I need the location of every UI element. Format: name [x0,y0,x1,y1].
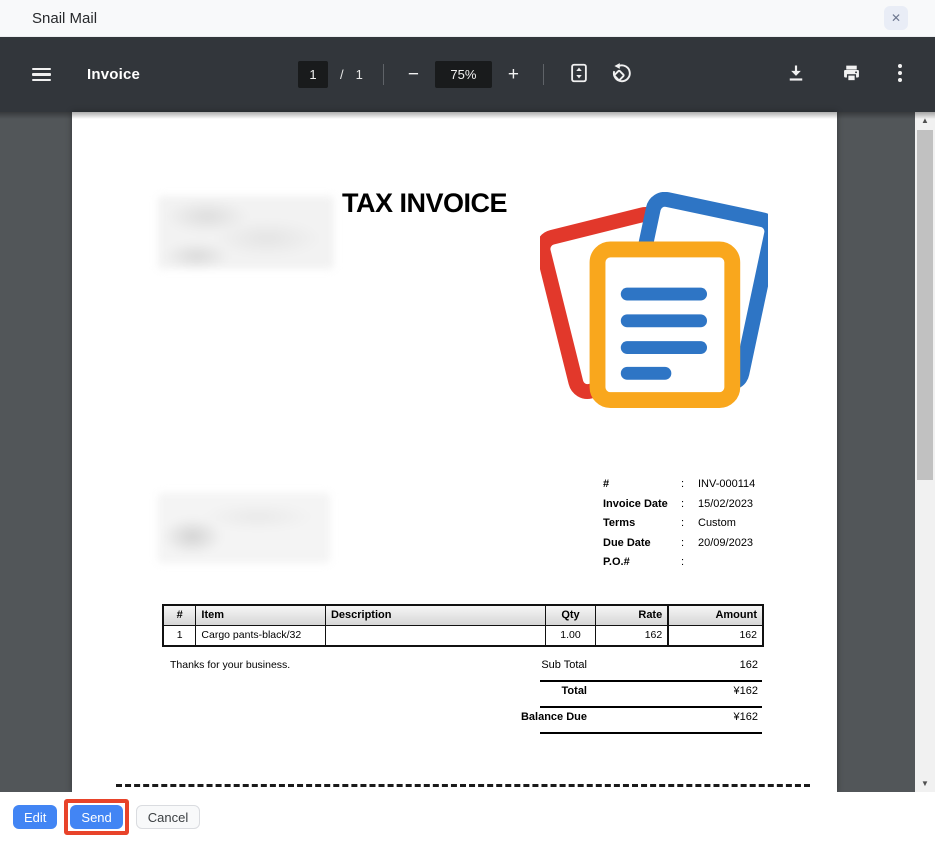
download-button[interactable] [782,59,810,90]
thanks-note: Thanks for your business. [170,659,290,671]
toolbar-divider [543,64,544,85]
balance-due-row: Balance Due ¥162 [462,708,762,732]
table-header-row: # Item Description Qty Rate Amount [163,605,763,625]
detail-colon: : [681,498,698,510]
cell-item: Cargo pants-black/32 [196,625,326,646]
zoom-in-button[interactable]: + [504,61,523,88]
rotate-counterclockwise-icon [610,62,633,88]
cell-rate: 162 [595,625,668,646]
detail-colon: : [681,517,698,529]
dialog-title: Snail Mail [32,10,97,27]
detail-value: 20/09/2023 [698,537,833,549]
pdf-toolbar: Invoice 1 / 1 − 75% + [0,37,935,112]
minus-icon: − [408,65,419,84]
toolbar-divider [383,64,384,85]
company-logo [540,192,768,415]
close-icon: ✕ [891,11,901,25]
detail-label: Invoice Date [603,498,681,510]
detail-row: # : INV-000114 [603,478,833,498]
total-label: Total [462,685,587,697]
page-separator: / [340,67,344,82]
edit-button[interactable]: Edit [13,805,57,829]
invoice-heading: TAX INVOICE [342,188,507,219]
rotate-button[interactable] [606,58,637,92]
send-button[interactable]: Send [70,805,122,829]
zoom-out-button[interactable]: − [404,61,423,88]
column-header: Qty [546,605,596,625]
zoom-level-input[interactable]: 75% [435,61,492,88]
cell-description [325,625,545,646]
detail-value: Custom [698,517,833,529]
fit-to-page-icon [568,62,590,87]
totals-block: Sub Total 162 Total ¥162 Balance Due ¥16… [462,656,762,734]
invoice-details: # : INV-000114 Invoice Date : 15/02/2023… [603,478,833,576]
pdf-viewer: TAX INVOICE # : [0,112,935,792]
table-row: 1 Cargo pants-black/32 1.00 162 162 [163,625,763,646]
balance-due-label: Balance Due [462,711,587,723]
detail-colon: : [681,478,698,490]
detail-colon: : [681,537,698,549]
cell-qty: 1.00 [546,625,596,646]
dialog-footer: Edit Send Cancel [0,792,935,842]
page-total: 1 [356,67,363,82]
print-icon [841,63,862,87]
subtotal-row: Sub Total 162 [462,656,762,680]
close-button[interactable]: ✕ [884,6,908,30]
total-row: Total ¥162 [462,682,762,706]
column-header: Item [196,605,326,625]
redacted-billto-block [158,493,330,563]
detail-row: P.O.# : [603,556,833,576]
download-icon [786,63,806,86]
detail-label: Due Date [603,537,681,549]
detail-row: Invoice Date : 15/02/2023 [603,498,833,518]
detail-colon: : [681,556,698,568]
detail-value: 15/02/2023 [698,498,833,510]
detail-label: P.O.# [603,556,681,568]
cancel-button[interactable]: Cancel [136,805,200,829]
cell-number: 1 [163,625,196,646]
toolbar-right [782,37,907,112]
dialog-header: Snail Mail ✕ [0,0,935,37]
total-value: ¥162 [587,685,762,697]
send-button-highlight: Send [64,799,128,835]
detail-label: Terms [603,517,681,529]
print-button[interactable] [837,59,866,91]
detail-value: INV-000114 [698,478,833,490]
plus-icon: + [508,65,519,84]
perforation-line [116,784,810,787]
detail-row: Terms : Custom [603,517,833,537]
column-header: Description [325,605,545,625]
page-number-input[interactable]: 1 [298,61,328,88]
column-header: # [163,605,196,625]
scroll-down-arrow-icon[interactable]: ▼ [915,775,935,792]
more-options-icon [897,63,903,86]
scrollbar-thumb[interactable] [917,130,933,480]
scroll-up-arrow-icon[interactable]: ▲ [915,112,935,129]
fit-page-button[interactable] [564,58,594,91]
more-options-button[interactable] [893,59,907,90]
detail-row: Due Date : 20/09/2023 [603,537,833,557]
vertical-scrollbar[interactable]: ▲ ▼ [915,112,935,792]
totals-divider [540,732,762,734]
invoice-page: TAX INVOICE # : [72,112,837,792]
redacted-company-block [158,196,334,269]
snail-mail-dialog: Snail Mail ✕ Invoice 1 / 1 − 75% + [0,0,935,842]
line-items-table: # Item Description Qty Rate Amount 1 Car… [162,604,764,647]
cell-amount: 162 [668,625,763,646]
subtotal-label: Sub Total [462,659,587,671]
column-header: Amount [668,605,763,625]
subtotal-value: 162 [587,659,762,671]
column-header: Rate [595,605,668,625]
detail-label: # [603,478,681,490]
balance-due-value: ¥162 [587,711,762,723]
